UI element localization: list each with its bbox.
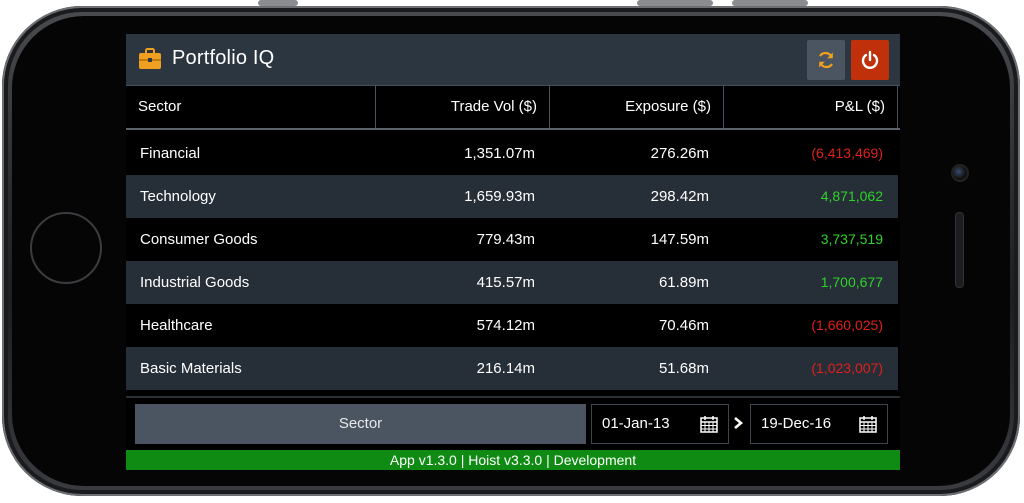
app-screen: Portfolio IQ Sector Trade Vol ($) Exposu… bbox=[126, 34, 900, 470]
phone-volume-down bbox=[732, 0, 808, 6]
end-date-value: 19-Dec-16 bbox=[761, 415, 832, 432]
sector-cell: Technology bbox=[140, 188, 216, 205]
pnl-cell: 3,737,519 bbox=[820, 231, 883, 247]
sector-cell: Consumer Goods bbox=[140, 231, 258, 248]
refresh-icon bbox=[819, 51, 833, 69]
phone-camera bbox=[951, 164, 969, 182]
exposure-cell: 61.89m bbox=[658, 274, 709, 291]
trade-vol-cell: 779.43m bbox=[476, 231, 535, 248]
version-status-bar: App v1.3.0 | Hoist v3.3.0 | Development bbox=[126, 450, 900, 470]
exposure-cell: 70.46m bbox=[658, 317, 709, 334]
briefcase-icon bbox=[139, 48, 161, 69]
table-row[interactable]: Consumer Goods 779.43m 147.59m 3,737,519 bbox=[126, 218, 898, 261]
exposure-cell: 147.59m bbox=[650, 231, 709, 248]
table-row[interactable]: Technology 1,659.93m 298.42m 4,871,062 bbox=[126, 175, 898, 218]
exposure-cell: 51.68m bbox=[658, 360, 709, 377]
app-header: Portfolio IQ bbox=[126, 34, 900, 86]
table-row[interactable]: Healthcare 574.12m 70.46m (1,660,025) bbox=[126, 304, 898, 347]
column-header-pnl[interactable]: P&L ($) bbox=[724, 86, 898, 128]
grid-body: Financial 1,351.07m 276.26m (6,413,469) … bbox=[126, 132, 900, 390]
trade-vol-cell: 1,659.93m bbox=[464, 188, 535, 205]
logout-button[interactable] bbox=[851, 40, 889, 80]
pnl-cell: 1,700,677 bbox=[820, 274, 883, 290]
refresh-button[interactable] bbox=[807, 40, 845, 80]
pnl-cell: (6,413,469) bbox=[811, 145, 883, 161]
sector-cell: Healthcare bbox=[140, 317, 213, 334]
column-header-exposure[interactable]: Exposure ($) bbox=[550, 86, 724, 128]
group-by-button[interactable]: Sector bbox=[135, 404, 586, 444]
trade-vol-cell: 216.14m bbox=[476, 360, 535, 377]
exposure-cell: 276.26m bbox=[650, 145, 709, 162]
chevron-right-icon bbox=[734, 417, 744, 429]
phone-speaker bbox=[955, 212, 964, 288]
table-row[interactable]: Industrial Goods 415.57m 61.89m 1,700,67… bbox=[126, 261, 898, 304]
phone-home-button bbox=[30, 212, 102, 284]
bottom-toolbar: Sector 01-Jan-13 19-Dec-16 bbox=[126, 396, 900, 450]
calendar-icon[interactable] bbox=[700, 415, 718, 433]
sector-cell: Financial bbox=[140, 145, 201, 162]
exposure-cell: 298.42m bbox=[650, 188, 709, 205]
trade-vol-cell: 415.57m bbox=[476, 274, 535, 291]
app-title: Portfolio IQ bbox=[172, 47, 275, 69]
trade-vol-cell: 1,351.07m bbox=[464, 145, 535, 162]
table-row[interactable]: Basic Materials 216.14m 51.68m (1,023,00… bbox=[126, 347, 898, 390]
calendar-icon[interactable] bbox=[859, 415, 877, 433]
sector-cell: Basic Materials bbox=[140, 360, 242, 377]
end-date-input[interactable]: 19-Dec-16 bbox=[750, 404, 888, 444]
start-date-value: 01-Jan-13 bbox=[602, 415, 670, 432]
phone-volume-up bbox=[637, 0, 713, 6]
power-icon bbox=[861, 50, 879, 69]
table-row[interactable]: Financial 1,351.07m 276.26m (6,413,469) bbox=[126, 132, 898, 175]
pnl-cell: (1,023,007) bbox=[811, 360, 883, 376]
pnl-cell: 4,871,062 bbox=[820, 188, 883, 204]
start-date-input[interactable]: 01-Jan-13 bbox=[591, 404, 729, 444]
pnl-cell: (1,660,025) bbox=[811, 317, 883, 333]
phone-mute-switch bbox=[258, 0, 298, 6]
column-header-trade-vol[interactable]: Trade Vol ($) bbox=[376, 86, 550, 128]
trade-vol-cell: 574.12m bbox=[476, 317, 535, 334]
sector-cell: Industrial Goods bbox=[140, 274, 250, 291]
column-header-sector[interactable]: Sector bbox=[126, 86, 376, 128]
grid-header: Sector Trade Vol ($) Exposure ($) P&L ($… bbox=[126, 86, 900, 130]
